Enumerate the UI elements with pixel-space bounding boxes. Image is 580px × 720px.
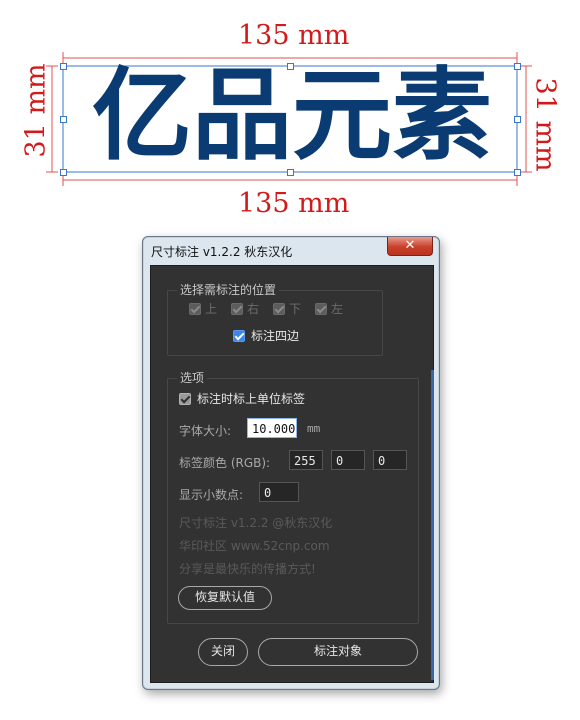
rgb-red-input[interactable]: 255 bbox=[289, 450, 323, 470]
rgb-blue-input[interactable]: 0 bbox=[373, 450, 407, 470]
right-dimension-label: 31 mm bbox=[529, 77, 561, 172]
dimension-dialog: 尺寸标注 v1.2.2 秋东汉化 ✕ 选择需标注的位置 上 右 下 左 标注四边 bbox=[142, 236, 440, 690]
checkbox-icon[interactable] bbox=[315, 302, 327, 315]
position-group-legend: 选择需标注的位置 bbox=[177, 283, 280, 297]
dialog-titlebar[interactable]: 尺寸标注 v1.2.2 秋东汉化 ✕ bbox=[143, 237, 439, 265]
unit-label-option-text: 标注时标上单位标签 bbox=[197, 392, 306, 406]
info-line: 尺寸标注 v1.2.2 @秋东汉化 bbox=[179, 516, 333, 530]
selection-handle[interactable] bbox=[514, 116, 521, 123]
checkbox-checked-icon[interactable] bbox=[233, 329, 245, 342]
selection-handle[interactable] bbox=[514, 63, 521, 70]
side-label: 右 bbox=[247, 302, 260, 316]
side-option-left[interactable]: 左 bbox=[315, 300, 343, 317]
options-group-legend: 选项 bbox=[177, 371, 208, 385]
decimal-places-input[interactable]: 0 bbox=[259, 482, 299, 502]
selection-handle[interactable] bbox=[60, 116, 67, 123]
font-size-input[interactable]: 10.000 bbox=[247, 418, 297, 438]
checkbox-icon[interactable] bbox=[273, 302, 285, 315]
rgb-green-input[interactable]: 0 bbox=[331, 450, 365, 470]
all-sides-option[interactable]: 标注四边 bbox=[233, 327, 299, 344]
side-option-bottom[interactable]: 下 bbox=[273, 300, 301, 317]
selection-handle[interactable] bbox=[60, 169, 67, 176]
checkbox-icon[interactable] bbox=[189, 302, 201, 315]
reset-defaults-button[interactable]: 恢复默认值 bbox=[178, 586, 272, 610]
selection-handle[interactable] bbox=[287, 169, 294, 176]
label-color-label: 标签颜色 (RGB): bbox=[179, 456, 271, 470]
dialog-client-area: 选择需标注的位置 上 右 下 左 标注四边 选项 标注时标上单位标签 字体大小:… bbox=[150, 265, 434, 683]
scrollbar[interactable] bbox=[431, 370, 434, 680]
font-size-label: 字体大小: bbox=[179, 424, 232, 438]
selection-handle[interactable] bbox=[287, 63, 294, 70]
checkbox-icon[interactable] bbox=[231, 302, 243, 315]
bottom-dimension-label: 135 mm bbox=[238, 188, 350, 219]
selection-handle[interactable] bbox=[60, 63, 67, 70]
window-close-button[interactable]: ✕ bbox=[387, 237, 433, 256]
dialog-title: 尺寸标注 v1.2.2 秋东汉化 bbox=[151, 245, 293, 259]
font-size-unit: mm bbox=[307, 422, 321, 435]
side-option-right[interactable]: 右 bbox=[231, 300, 259, 317]
info-line: 华印社区 www.52cnp.com bbox=[179, 539, 330, 553]
checkbox-checked-icon[interactable] bbox=[179, 392, 191, 405]
unit-label-option[interactable]: 标注时标上单位标签 bbox=[179, 390, 305, 407]
side-label: 下 bbox=[289, 302, 302, 316]
sample-artwork-text[interactable]: 亿品元素 bbox=[63, 56, 521, 174]
info-line: 分享是最快乐的传播方式! bbox=[179, 562, 316, 576]
decimal-places-label: 显示小数点: bbox=[179, 488, 244, 502]
side-label: 左 bbox=[331, 302, 344, 316]
close-button[interactable]: 关闭 bbox=[198, 638, 248, 666]
side-option-top[interactable]: 上 bbox=[189, 300, 217, 317]
selection-handle[interactable] bbox=[514, 169, 521, 176]
left-dimension-label: 31 mm bbox=[20, 63, 52, 158]
all-sides-label: 标注四边 bbox=[251, 329, 300, 343]
top-dimension-label: 135 mm bbox=[238, 20, 350, 51]
side-label: 上 bbox=[205, 302, 218, 316]
annotate-object-button[interactable]: 标注对象 bbox=[258, 638, 418, 666]
